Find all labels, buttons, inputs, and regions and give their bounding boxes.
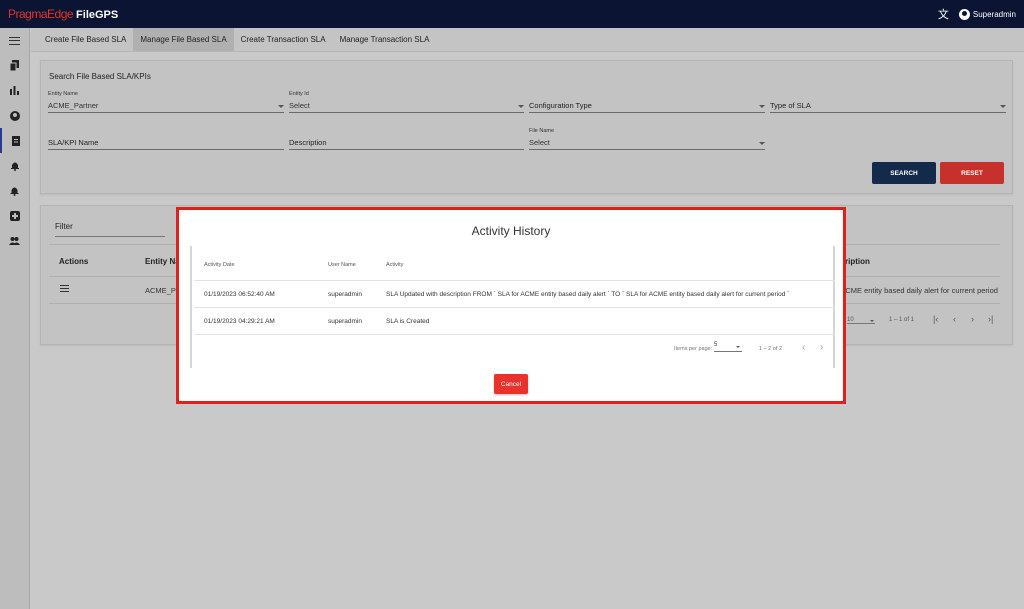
column-header-activity: Activity <box>386 262 404 268</box>
activity-history-dialog: Activity History Activity Date User Name… <box>176 207 846 404</box>
items-per-page-label: Items per page: <box>674 346 713 352</box>
previous-page-icon[interactable]: ‹ <box>802 342 805 353</box>
items-per-page-value: 5 <box>714 342 718 348</box>
next-page-icon[interactable]: › <box>820 342 823 353</box>
cancel-button[interactable]: Cancel <box>494 374 528 394</box>
column-header-user-name: User Name <box>328 262 356 268</box>
items-per-page-select[interactable]: 5 <box>714 342 742 352</box>
table-divider <box>194 280 835 281</box>
activity-table: Activity Date User Name Activity 01/19/2… <box>190 246 835 368</box>
activity-cell: SLA Updated with description FROM ` SLA … <box>386 291 790 298</box>
column-header-activity-date: Activity Date <box>204 262 235 268</box>
pagination-range: 1 – 2 of 2 <box>759 346 782 352</box>
user-name-cell: superadmin <box>328 318 362 325</box>
activity-date-cell: 01/19/2023 06:52:40 AM <box>204 291 275 298</box>
user-name-cell: superadmin <box>328 291 362 298</box>
chevron-down-icon <box>736 346 740 348</box>
dialog-title: Activity History <box>471 224 551 238</box>
table-divider <box>194 334 835 335</box>
activity-date-cell: 01/19/2023 04:29:21 AM <box>204 318 275 325</box>
modal-overlay: Activity History Activity Date User Name… <box>0 0 1024 609</box>
table-divider <box>194 307 835 308</box>
activity-cell: SLA is Created <box>386 318 430 325</box>
